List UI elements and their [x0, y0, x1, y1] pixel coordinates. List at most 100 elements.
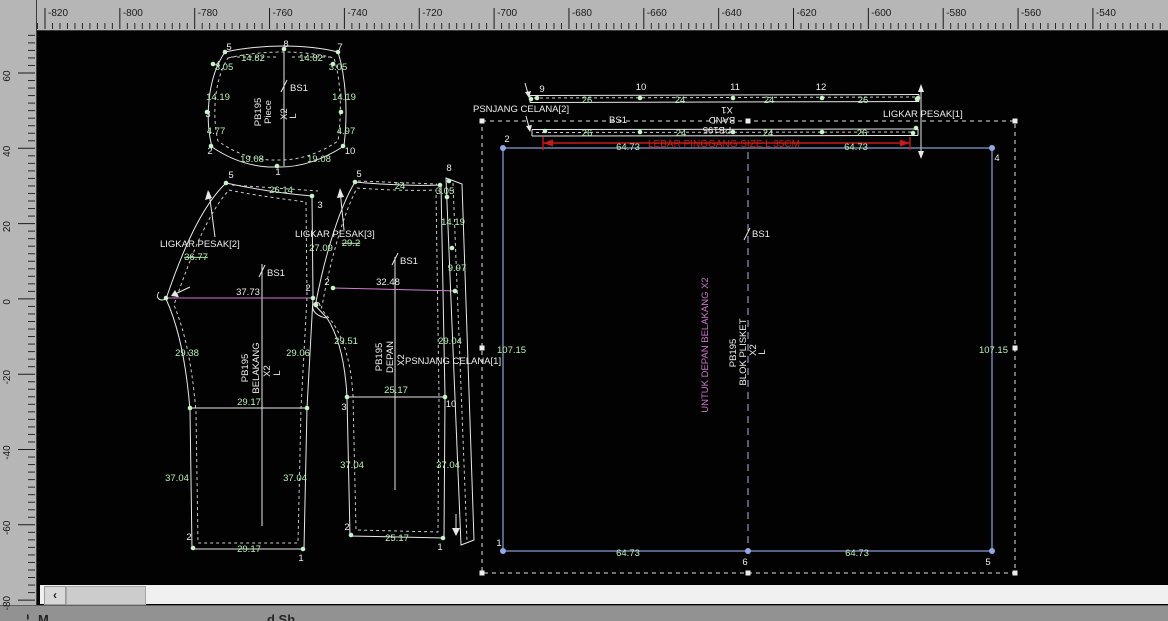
arrow-left-icon: [543, 140, 553, 147]
point-number: 5: [226, 42, 231, 53]
measurement-name: LIGKAR PESAK[3]: [295, 229, 375, 240]
measurement-label: 24: [395, 181, 406, 192]
point-number: 1: [496, 538, 501, 549]
piece-belakang[interactable]: [157, 183, 318, 549]
pattern-point: [914, 126, 919, 131]
pattern-point: [224, 181, 229, 186]
point-number: 3: [205, 109, 210, 120]
ruler-label: 60: [2, 70, 13, 82]
ruler-label: -740: [347, 8, 367, 19]
pattern-point: [638, 96, 643, 101]
ruler-label: -800: [123, 8, 143, 19]
measurement-label: 26: [857, 128, 868, 139]
measurement-label: 29.17: [237, 397, 261, 408]
ruler-label: -40: [2, 445, 13, 460]
ruler-label: -20: [2, 370, 13, 385]
point-number: 10: [446, 399, 457, 410]
arrow-up-icon: [337, 188, 344, 198]
measurement-label: 36.77: [184, 252, 208, 263]
pattern-labels: 587414.8214.823.053.0514.1914.1934.774.9…: [160, 39, 1008, 568]
annotation-red: LEBAR PINGGANG SIZE L 35CM: [648, 139, 800, 150]
arrow-right-icon: [900, 140, 910, 147]
measurement-name: LIGKAR PESAK[1]: [883, 109, 963, 120]
drawing-canvas[interactable]: -820-800-780-760-740-720-700-680-660-640…: [0, 0, 1168, 621]
measurement-label: 3.05: [436, 186, 455, 197]
point-number: 7: [337, 42, 342, 53]
pattern-point: [314, 303, 319, 308]
pattern-point: [543, 129, 548, 134]
arrow-icon: [526, 125, 532, 132]
pattern-point: [441, 536, 446, 541]
fold-mark: [744, 228, 750, 240]
pattern-point: [331, 286, 336, 291]
measurement-label: 24: [764, 95, 775, 106]
pattern-point: [305, 406, 310, 411]
piece-name: PB195: [240, 354, 251, 383]
ruler-label: -760: [273, 8, 293, 19]
pattern-point: [820, 130, 825, 135]
piece-name: X1: [721, 104, 733, 115]
measurement-label: 107.15: [497, 345, 526, 356]
pattern-point: [447, 179, 452, 184]
pattern-cad-window: ‹ ¦Md Sh: [0, 0, 1168, 621]
point-number: 2: [305, 283, 310, 294]
measurement-label: 19.08: [307, 154, 331, 165]
piece-name: L: [288, 113, 299, 118]
point-number: 2: [324, 277, 329, 288]
point-number: 5: [228, 170, 233, 181]
pattern-point: [301, 547, 306, 552]
piece-name: L: [757, 349, 768, 354]
pattern-point: [345, 395, 350, 400]
pattern-point: [339, 110, 344, 115]
ruler-label: -820: [48, 8, 68, 19]
pattern-point: [191, 546, 196, 551]
measurement-label: 3.05: [215, 62, 234, 73]
arrow-up-icon: [918, 84, 924, 92]
grainline-label: BS1: [609, 115, 627, 126]
measurement-label: 4.97: [337, 126, 356, 137]
measurement-label: 29.38: [175, 348, 199, 359]
measurement-label: 37.04: [283, 473, 307, 484]
measurement-label: 3.05: [329, 62, 348, 73]
piece-name: L: [272, 370, 283, 375]
measurement-name: LIGKAR PESAK[2]: [160, 239, 240, 250]
point-number: 4: [994, 153, 999, 164]
grainline-label: BS1: [290, 83, 308, 94]
arrow-icon: [171, 290, 179, 297]
point-number: 5: [356, 169, 361, 180]
ruler-label: -660: [647, 8, 667, 19]
corner-point: [989, 548, 995, 554]
ruler-label: -680: [572, 8, 592, 19]
measurement-label: 37.04: [340, 460, 364, 471]
point-number: 10: [345, 146, 356, 157]
point-number: 3: [341, 402, 346, 413]
ruler-label: -720: [422, 8, 442, 19]
point-number: 2: [207, 146, 212, 157]
point-number: 1: [298, 553, 303, 564]
point-number: 6: [742, 557, 747, 568]
measurement-label: 14.19: [332, 92, 356, 103]
point-number: 11: [730, 82, 740, 93]
pattern-point: [453, 289, 458, 294]
ruler-label: 40: [2, 145, 13, 157]
pattern-point: [915, 97, 920, 102]
measurement-label: 29.04: [438, 336, 462, 347]
measurement-label: 24: [763, 128, 774, 139]
point-number: 2: [186, 532, 191, 543]
corner-point: [989, 145, 995, 151]
piece-name: PB195: [703, 124, 732, 135]
point-number: 3: [317, 200, 322, 211]
ruler-label: 20: [2, 221, 13, 233]
ruler-label: 0: [2, 299, 13, 305]
pattern-point: [535, 96, 540, 101]
measurement-label: 25.17: [384, 385, 408, 396]
measurement-label: 29.51: [334, 336, 358, 347]
measurement-label: 26: [582, 128, 593, 139]
measurement-label: 107.15: [979, 345, 1008, 356]
measurement-name: PSNJANG CELANA[2]: [473, 104, 569, 115]
piece-name: BAND: [709, 114, 736, 125]
point-number: 8: [283, 39, 288, 50]
ruler-label: -540: [1096, 8, 1116, 19]
measurement-label: 37.73: [236, 287, 260, 298]
pattern-point: [164, 296, 169, 301]
